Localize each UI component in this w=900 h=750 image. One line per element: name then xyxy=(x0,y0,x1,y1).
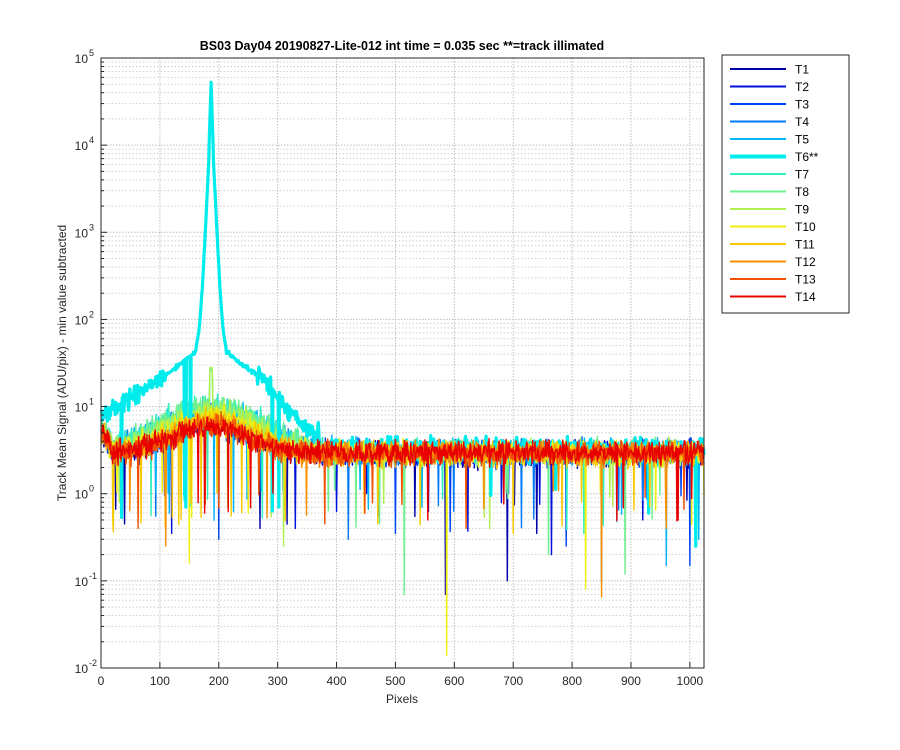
legend-label: T14 xyxy=(795,290,816,304)
legend-label: T2 xyxy=(795,80,809,94)
x-tick-label: 900 xyxy=(621,674,641,688)
y-tick-exponent: -2 xyxy=(89,658,97,668)
legend-label: T6** xyxy=(795,150,819,164)
legend-label: T10 xyxy=(795,220,816,234)
y-tick-label: 10 xyxy=(75,401,89,415)
x-tick-label: 500 xyxy=(385,674,405,688)
x-axis-label: Pixels xyxy=(386,692,418,706)
legend-label: T5 xyxy=(795,133,809,147)
legend-label: T11 xyxy=(795,238,815,252)
legend-label: T4 xyxy=(795,115,809,129)
legend-label: T13 xyxy=(795,273,816,287)
x-tick-label: 300 xyxy=(268,674,288,688)
x-tick-label: 700 xyxy=(503,674,523,688)
x-tick-label: 0 xyxy=(98,674,105,688)
legend-box xyxy=(721,54,850,314)
y-tick-label: 10 xyxy=(75,313,89,327)
chart-title: BS03 Day04 20190827-Lite-012 int time = … xyxy=(200,39,604,53)
y-tick-label: 10 xyxy=(75,139,89,153)
x-tick-label: 100 xyxy=(150,674,170,688)
y-tick-label: 10 xyxy=(75,662,89,676)
y-tick-exponent: 0 xyxy=(89,484,94,494)
y-tick-exponent: 2 xyxy=(89,309,94,319)
x-tick-label: 200 xyxy=(209,674,229,688)
y-tick-exponent: 5 xyxy=(89,48,94,58)
legend-label: T9 xyxy=(795,203,809,217)
legend-label: T3 xyxy=(795,98,809,112)
y-tick-label: 10 xyxy=(75,226,89,240)
legend-label: T1 xyxy=(795,63,809,77)
figure: BS03 Day04 20190827-Lite-012 int time = … xyxy=(0,0,900,750)
y-tick-label: 10 xyxy=(75,488,89,502)
y-tick-label: 10 xyxy=(75,52,89,66)
x-tick-label: 600 xyxy=(444,674,464,688)
y-tick-exponent: 1 xyxy=(89,397,94,407)
y-axis-label: Track Mean Signal (ADU/pix) - min value … xyxy=(55,225,69,501)
y-tick-exponent: -1 xyxy=(89,571,97,581)
x-tick-label: 800 xyxy=(562,674,582,688)
y-tick-exponent: 3 xyxy=(89,222,94,232)
legend-label: T8 xyxy=(795,185,809,199)
legend-label: T12 xyxy=(795,255,816,269)
y-tick-exponent: 4 xyxy=(89,135,94,145)
x-tick-label: 1000 xyxy=(677,674,704,688)
plot-area xyxy=(99,57,706,669)
legend-label: T7 xyxy=(795,168,809,182)
legend[interactable]: T1 T2 T3 T4 T5 T6** T7 T8 T9 T10 T11 T12 T13 T14 xyxy=(721,54,850,314)
y-tick-label: 10 xyxy=(75,575,89,589)
x-tick-label: 400 xyxy=(327,674,347,688)
